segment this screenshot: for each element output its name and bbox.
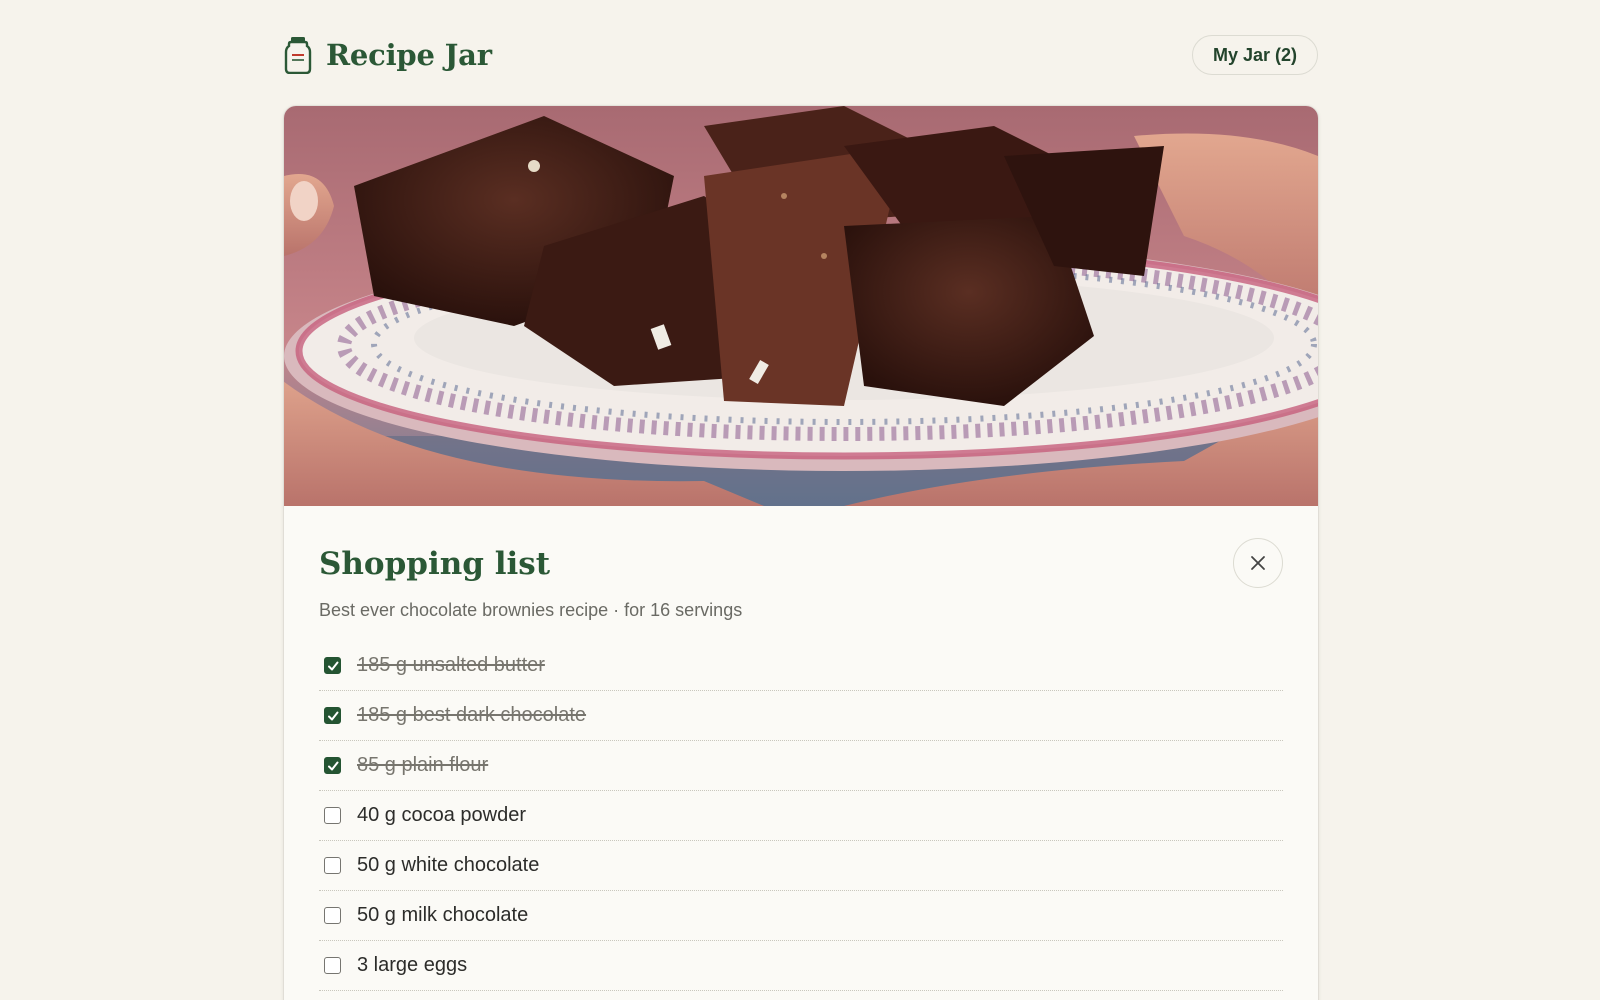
item-checkbox[interactable] (324, 707, 341, 724)
check-icon (327, 761, 338, 770)
shopping-list-title: Shopping list (319, 546, 551, 582)
item-checkbox[interactable] (324, 657, 341, 674)
item-label: 185 g unsalted butter (357, 654, 545, 676)
close-icon (1251, 556, 1265, 570)
list-item[interactable]: 40 g cocoa powder (319, 791, 1283, 841)
item-checkbox[interactable] (324, 807, 341, 824)
shopping-list-subtitle: Best ever chocolate brownies recipe · fo… (319, 600, 743, 620)
app-title: Recipe Jar (326, 38, 492, 72)
shopping-list-card: Shopping list Best ever chocolate browni… (284, 106, 1318, 1000)
top-bar: Recipe Jar My Jar (2) (284, 30, 1318, 80)
item-checkbox[interactable] (324, 757, 341, 774)
shopping-list-panel: Shopping list Best ever chocolate browni… (284, 506, 1318, 991)
panel-header: Shopping list (319, 538, 1283, 588)
item-label: 85 g plain flour (357, 754, 489, 776)
item-checkbox[interactable] (324, 957, 341, 974)
jar-icon (284, 37, 312, 74)
brownies-plate-photo (284, 106, 1318, 506)
item-label: 185 g best dark chocolate (357, 704, 587, 726)
page: Recipe Jar My Jar (2) Shopping list Best… (0, 0, 1600, 1000)
item-label: 40 g cocoa powder (357, 804, 527, 826)
my-jar-button[interactable]: My Jar (2) (1191, 35, 1318, 75)
brand[interactable]: Recipe Jar (284, 36, 492, 74)
list-item[interactable]: 185 g unsalted butter (319, 641, 1283, 691)
ingredient-list: 185 g unsalted butter 185 g best dark ch… (319, 641, 1283, 991)
item-label: 3 large eggs (357, 954, 468, 976)
list-item[interactable]: 185 g best dark chocolate (319, 691, 1283, 741)
check-icon (327, 711, 338, 720)
list-item[interactable]: 50 g white chocolate (319, 841, 1283, 891)
hero-image (284, 106, 1318, 506)
check-icon (327, 661, 338, 670)
close-button[interactable] (1233, 538, 1283, 588)
list-item[interactable]: 50 g milk chocolate (319, 891, 1283, 941)
item-label: 50 g white chocolate (357, 854, 540, 876)
list-item[interactable]: 85 g plain flour (319, 741, 1283, 791)
list-item[interactable]: 3 large eggs (319, 941, 1283, 991)
item-label: 50 g milk chocolate (357, 904, 529, 926)
item-checkbox[interactable] (324, 907, 341, 924)
item-checkbox[interactable] (324, 857, 341, 874)
